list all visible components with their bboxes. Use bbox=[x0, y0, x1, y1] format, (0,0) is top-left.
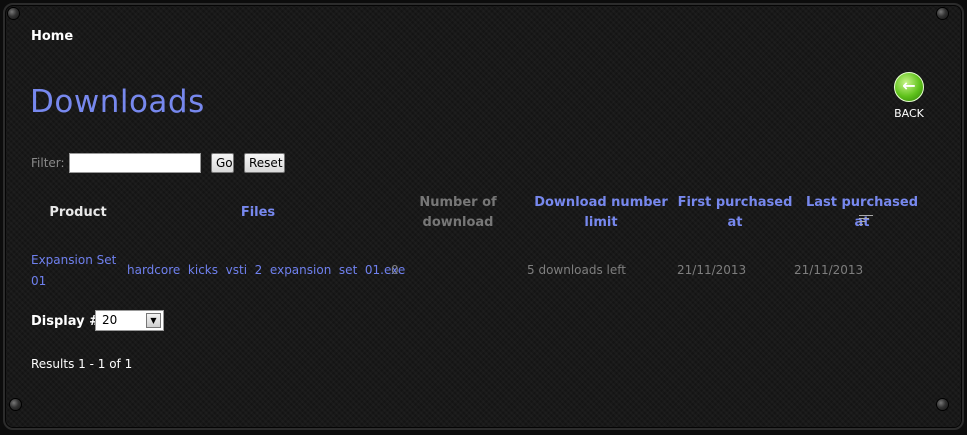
page-title: Downloads bbox=[30, 84, 205, 120]
filter-input[interactable] bbox=[69, 153, 201, 173]
first-purchased-date: 21/11/2013 bbox=[677, 263, 747, 277]
rivet-bottom-left bbox=[10, 399, 21, 410]
rivet-bottom-right bbox=[937, 399, 948, 410]
last-purchased-date: 21/11/2013 bbox=[794, 263, 864, 277]
back-button[interactable]: ← BACK bbox=[890, 72, 928, 120]
column-header-files[interactable]: Files bbox=[228, 203, 288, 223]
column-header-download-limit[interactable]: Download number limit bbox=[530, 193, 672, 233]
filter-label: Filter: bbox=[31, 156, 65, 170]
sort-descending-icon[interactable] bbox=[859, 215, 873, 225]
display-count-value: 20 bbox=[102, 313, 118, 327]
column-header-product: Product bbox=[49, 205, 107, 220]
product-link[interactable]: Expansion Set 01 bbox=[31, 250, 121, 292]
rivet-top-left bbox=[8, 8, 19, 19]
breadcrumb-home-link[interactable]: Home bbox=[31, 29, 73, 44]
download-count: 0 bbox=[391, 263, 399, 277]
back-button-label: BACK bbox=[894, 107, 924, 120]
column-header-first-purchased[interactable]: First purchased at bbox=[676, 193, 794, 233]
go-button[interactable]: Go bbox=[211, 153, 234, 173]
column-header-last-purchased[interactable]: Last purchased at bbox=[798, 193, 926, 233]
display-count-select[interactable]: 20 ▼ bbox=[95, 310, 164, 331]
results-summary: Results 1 - 1 of 1 bbox=[31, 357, 133, 371]
display-count-label: Display # bbox=[31, 314, 101, 329]
file-download-link[interactable]: hardcore kicks vsti 2 expansion set 01.e… bbox=[127, 260, 405, 281]
chevron-down-icon[interactable]: ▼ bbox=[146, 313, 161, 328]
back-arrow-icon: ← bbox=[894, 72, 924, 102]
reset-button[interactable]: Reset bbox=[244, 153, 285, 173]
rivet-top-right bbox=[937, 8, 948, 19]
column-header-number-of-download: Number of download bbox=[419, 195, 497, 230]
downloads-left: 5 downloads left bbox=[527, 263, 626, 277]
